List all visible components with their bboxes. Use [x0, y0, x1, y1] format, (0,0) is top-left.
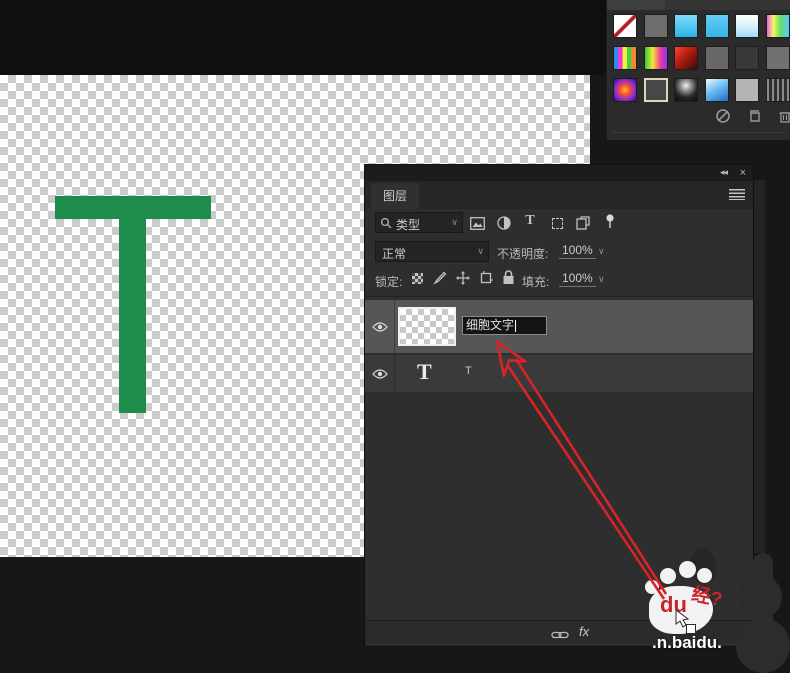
mouse-cursor-copy-box: [686, 624, 696, 634]
layer-name[interactable]: T: [465, 365, 472, 377]
new-swatch-icon[interactable]: [747, 108, 763, 124]
background-strip: [753, 180, 765, 553]
gradient-swatch[interactable]: [705, 14, 729, 38]
gradient-swatch[interactable]: [705, 46, 729, 70]
attribute-filter-icon[interactable]: [601, 212, 619, 230]
gradient-swatch[interactable]: [766, 46, 790, 70]
delete-swatch-icon[interactable]: [777, 108, 790, 124]
divider: [611, 132, 786, 133]
filter-type-label: 类型: [396, 216, 420, 233]
search-icon: [380, 217, 392, 232]
panel-menu-icon[interactable]: [729, 189, 745, 200]
swatches-panel-tab[interactable]: [607, 0, 665, 10]
gradient-swatch[interactable]: [674, 14, 698, 38]
divider: [365, 296, 753, 297]
gradient-swatch[interactable]: [613, 46, 637, 70]
blend-mode-value: 正常: [382, 245, 406, 262]
panel-header-bar: ◂◂ ×: [365, 165, 753, 181]
chevron-down-icon[interactable]: ∨: [598, 246, 605, 257]
blend-mode-dropdown[interactable]: 正常 ∨: [375, 241, 489, 262]
gradient-swatch[interactable]: [735, 78, 759, 102]
lock-all-icon[interactable]: [500, 269, 516, 285]
adjustment-filter-icon[interactable]: [495, 214, 513, 232]
canvas-background: [0, 0, 606, 75]
text-layer-thumbnail[interactable]: T: [417, 359, 432, 385]
visibility-toggle[interactable]: [365, 355, 395, 392]
layer-row-text[interactable]: T T: [365, 355, 753, 392]
gradient-swatch-selected[interactable]: [644, 78, 668, 102]
layer-name-input[interactable]: 细胞文字: [462, 316, 547, 335]
watermark-blob: [738, 575, 782, 619]
no-gradient-icon[interactable]: [715, 108, 731, 124]
layer-row-selected[interactable]: 细胞文字: [365, 300, 753, 353]
gradient-swatches-panel: [606, 0, 790, 140]
gradient-swatch[interactable]: [766, 78, 790, 102]
watermark-blob: [736, 618, 790, 673]
layer-thumbnail-transparent[interactable]: [398, 307, 456, 346]
collapse-panel-icon[interactable]: ◂◂: [720, 167, 727, 178]
eye-icon: [372, 322, 388, 332]
type-filter-icon[interactable]: T: [521, 212, 539, 230]
gradient-swatch[interactable]: [674, 78, 698, 102]
gradient-swatch[interactable]: [735, 46, 759, 70]
gradient-swatch[interactable]: [644, 14, 668, 38]
close-panel-icon[interactable]: ×: [740, 167, 745, 179]
lock-transparent-icon[interactable]: [409, 270, 425, 286]
gradient-swatch[interactable]: [613, 78, 637, 102]
opacity-value[interactable]: 100%: [559, 243, 596, 259]
chevron-down-icon: ∨: [451, 217, 458, 228]
layer-filter-dropdown[interactable]: 类型 ∨: [375, 212, 463, 233]
link-layers-icon[interactable]: [551, 627, 569, 645]
gradient-swatch[interactable]: [705, 78, 729, 102]
gradient-swatch[interactable]: [613, 14, 637, 38]
gradient-swatch[interactable]: [644, 46, 668, 70]
smart-object-filter-icon[interactable]: [574, 214, 592, 232]
fill-value[interactable]: 100%: [559, 271, 596, 287]
chevron-down-icon[interactable]: ∨: [598, 274, 605, 285]
chevron-down-icon: ∨: [477, 246, 484, 257]
gradient-swatch[interactable]: [735, 14, 759, 38]
visibility-toggle[interactable]: [365, 300, 395, 353]
watermark-url-text: .n.baidu.: [652, 633, 722, 653]
watermark-du-text: du: [660, 592, 687, 618]
lock-label: 锁定:: [375, 273, 402, 290]
canvas-letter-T-stem: [119, 196, 146, 413]
watermark-paw-toe: [660, 568, 676, 584]
panel-tab-row: 图层: [365, 181, 753, 209]
text-caret: [515, 320, 516, 332]
fill-label: 填充:: [522, 273, 549, 290]
lock-paint-icon[interactable]: [432, 270, 448, 286]
layer-effects-button[interactable]: fx: [579, 624, 589, 639]
lock-artboard-icon[interactable]: [478, 270, 494, 286]
opacity-label: 不透明度:: [497, 245, 548, 262]
eye-icon: [372, 369, 388, 379]
gradient-swatch[interactable]: [766, 14, 790, 38]
lock-move-icon[interactable]: [455, 270, 471, 286]
image-filter-icon[interactable]: [468, 214, 486, 232]
shape-filter-icon[interactable]: [548, 214, 566, 232]
tab-layers[interactable]: 图层: [371, 183, 419, 209]
watermark-paw-toe: [679, 561, 696, 578]
gradient-swatch[interactable]: [674, 46, 698, 70]
